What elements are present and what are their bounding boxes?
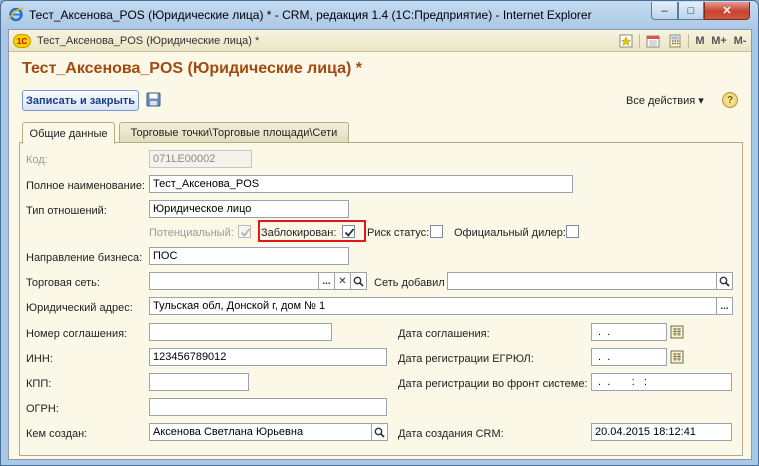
app-client-area: 1С Тест_Аксенова_POS (Юридические лица) …	[8, 29, 752, 460]
legal-address-label: Юридический адрес:	[26, 302, 133, 314]
legal-address-select-button[interactable]: ...	[716, 297, 733, 315]
inn-field[interactable]: 123456789012	[149, 348, 387, 366]
trade-network-select-button[interactable]: ...	[318, 272, 335, 290]
form-title: Тест_Аксенова_POS (Юридические лица) *	[22, 60, 362, 77]
tab-general[interactable]: Общие данные	[22, 122, 115, 144]
ogrn-field[interactable]	[149, 398, 387, 416]
calendar-picker-icon[interactable]	[669, 349, 685, 365]
favorite-icon[interactable]	[619, 33, 633, 49]
official-dealer-label: Официальный дилер:	[454, 227, 566, 239]
minimize-button[interactable]: –	[651, 2, 678, 20]
calendar-picker-icon[interactable]	[669, 324, 685, 340]
trade-network-field[interactable]	[149, 272, 319, 290]
relation-type-label: Тип отношений:	[26, 205, 107, 217]
search-icon	[353, 276, 364, 287]
checkmark-icon	[240, 228, 251, 237]
created-by-search-button[interactable]	[371, 423, 388, 441]
agreement-date-field[interactable]: . .	[591, 323, 667, 341]
agreement-number-field[interactable]	[149, 323, 332, 341]
window-title: Тест_Аксенова_POS (Юридические лица) * -…	[29, 8, 592, 22]
created-date-label: Дата создания CRM:	[398, 428, 504, 440]
memory-minus-button[interactable]: M-	[731, 33, 749, 49]
maximize-icon: □	[687, 4, 695, 17]
business-direction-label: Направление бизнеса:	[26, 252, 143, 264]
full-name-label: Полное наименование:	[26, 180, 146, 192]
calculator-icon[interactable]	[668, 33, 682, 49]
all-actions-menu[interactable]: Все действия ▾	[626, 94, 704, 107]
clear-icon: ✕	[338, 275, 347, 287]
search-icon	[374, 427, 385, 438]
toolbar-separator	[688, 34, 689, 48]
kpp-field[interactable]	[149, 373, 249, 391]
close-icon: ✕	[722, 5, 732, 17]
legal-address-field[interactable]: Тульская обл, Донской г, дом № 1	[149, 297, 717, 315]
trade-network-search-button[interactable]	[350, 272, 367, 290]
created-date-field[interactable]: 20.04.2015 18:12:41	[591, 423, 732, 441]
network-added-search-button[interactable]	[716, 272, 733, 290]
blocked-checkbox[interactable]	[342, 225, 355, 238]
search-icon	[719, 276, 730, 287]
front-system-date-label: Дата регистрации во фронт системе:	[398, 378, 588, 390]
potential-checkbox	[238, 225, 251, 238]
inn-label: ИНН:	[26, 353, 53, 365]
official-dealer-checkbox[interactable]	[566, 225, 579, 238]
tab-trade-points[interactable]: Торговые точки\Торговые площади\Сети	[119, 122, 349, 143]
calendar-icon[interactable]	[646, 33, 660, 49]
business-direction-field[interactable]: ПОС	[149, 247, 349, 265]
egrul-date-field[interactable]: . .	[591, 348, 667, 366]
kpp-label: КПП:	[26, 378, 52, 390]
network-added-label: Сеть добавил	[374, 277, 445, 289]
front-system-date-field[interactable]: . . : :	[591, 373, 732, 391]
help-icon[interactable]: ?	[722, 92, 738, 108]
toolbar-separator	[639, 34, 640, 48]
full-name-field[interactable]: Тест_Аксенова_POS	[149, 175, 573, 193]
app-toolbar: 1С Тест_Аксенова_POS (Юридические лица) …	[9, 30, 751, 52]
trade-network-clear-button[interactable]: ✕	[334, 272, 351, 290]
ellipsis-icon: ...	[322, 275, 331, 287]
memory-plus-button[interactable]: M+	[710, 33, 728, 49]
ogrn-label: ОГРН:	[26, 403, 59, 415]
agreement-number-label: Номер соглашения:	[26, 328, 128, 340]
save-disk-icon[interactable]	[146, 92, 161, 107]
ie-window: Тест_Аксенова_POS (Юридические лица) * -…	[0, 0, 759, 466]
network-added-field[interactable]	[447, 272, 717, 290]
agreement-date-label: Дата соглашения:	[398, 328, 490, 340]
potential-label: Потенциальный:	[149, 227, 234, 239]
title-bar[interactable]: Тест_Аксенова_POS (Юридические лица) * -…	[1, 1, 758, 29]
app-tab-title: Тест_Аксенова_POS (Юридические лица) *	[37, 35, 260, 47]
internet-explorer-icon	[8, 7, 24, 22]
all-actions-label: Все действия	[626, 95, 696, 107]
minimize-icon: –	[661, 4, 668, 17]
1c-logo-icon: 1С	[13, 34, 31, 48]
relation-type-field[interactable]: Юридическое лицо	[149, 200, 349, 218]
trade-network-label: Торговая сеть:	[26, 277, 100, 289]
risk-status-checkbox[interactable]	[430, 225, 443, 238]
save-and-close-button[interactable]: Записать и закрыть	[22, 90, 139, 111]
checkmark-icon	[344, 228, 355, 237]
code-field: 071LE00002	[149, 150, 252, 168]
egrul-date-label: Дата регистрации ЕГРЮЛ:	[398, 353, 534, 365]
memory-button[interactable]: M	[693, 33, 707, 49]
ellipsis-icon: ...	[720, 300, 729, 312]
code-label: Код:	[26, 154, 48, 166]
created-by-label: Кем создан:	[26, 428, 88, 440]
blocked-label: Заблокирован:	[261, 227, 337, 239]
created-by-field[interactable]: Аксенова Светлана Юрьевна	[149, 423, 372, 441]
dropdown-arrow-icon: ▾	[698, 95, 704, 107]
maximize-button[interactable]: □	[678, 2, 704, 20]
risk-status-label: Риск статус:	[367, 227, 430, 239]
close-button[interactable]: ✕	[704, 2, 750, 20]
